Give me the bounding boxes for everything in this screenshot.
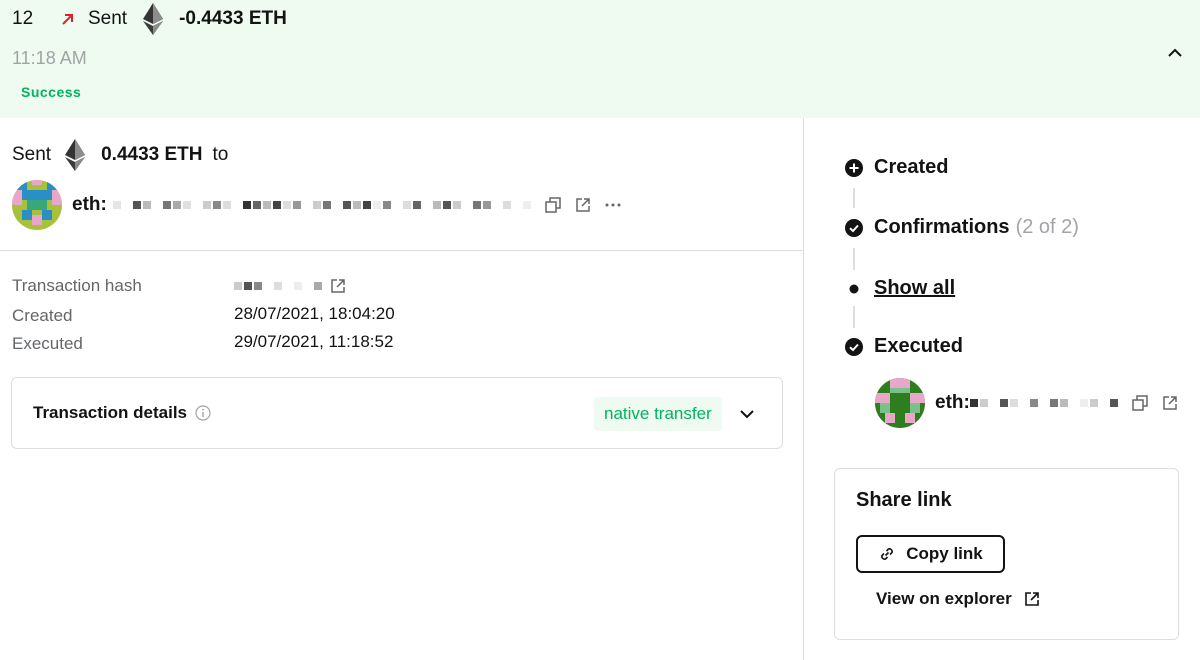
executor-address: eth: xyxy=(875,378,1180,428)
more-options-icon[interactable] xyxy=(603,195,623,215)
avatar xyxy=(875,378,925,428)
timeline-executed-label: Executed xyxy=(874,335,963,357)
check-circle-icon xyxy=(845,218,863,237)
share-link-title: Share link xyxy=(856,489,952,511)
address-value-redacted xyxy=(112,197,533,213)
tx-time: 11:18 AM xyxy=(12,48,87,68)
address-value-redacted xyxy=(969,395,1120,411)
created-row: Created 28/07/2021, 18:04:20 xyxy=(12,304,395,326)
plus-circle-icon xyxy=(845,158,863,177)
tx-type: Sent xyxy=(88,8,128,29)
copy-link-label: Copy link xyxy=(906,544,983,563)
transfer-to-label: to xyxy=(212,144,229,165)
timeline-created: Created xyxy=(845,156,948,179)
share-link-card: Share link Copy link View on explorer xyxy=(834,468,1179,640)
status-badge: Success xyxy=(21,84,82,100)
timeline-confirmations: Confirmations (2 of 2) xyxy=(845,216,1079,239)
hash-value-redacted xyxy=(234,278,346,294)
created-value: 28/07/2021, 18:04:20 xyxy=(234,304,395,323)
timeline-connector xyxy=(853,188,855,208)
ethereum-icon xyxy=(65,139,86,171)
chevron-up-icon[interactable] xyxy=(1166,44,1184,62)
summary-row: 12 Sent -0.4433 ETH xyxy=(12,3,287,35)
copy-link-button[interactable]: Copy link xyxy=(856,535,1005,573)
transaction-details-label: Transaction details xyxy=(33,403,187,422)
hash-row: Transaction hash xyxy=(12,276,345,296)
transaction-details-card[interactable]: Transaction details native transfer xyxy=(11,377,783,449)
tx-nonce: 12 xyxy=(12,8,34,29)
transaction-details-title: Transaction details xyxy=(33,403,211,423)
executed-row: Executed 29/07/2021, 11:18:52 xyxy=(12,332,393,354)
address-prefix: eth: xyxy=(935,392,970,413)
confirmations-count: (2 of 2) xyxy=(1015,216,1079,238)
transaction-summary[interactable]: 12 Sent -0.4433 ETH 11:18 AM Success xyxy=(0,0,1200,118)
copy-icon[interactable] xyxy=(543,195,563,215)
horizontal-divider xyxy=(0,250,803,251)
recipient-address: eth: xyxy=(12,180,623,230)
arrow-up-right-icon xyxy=(60,11,88,27)
created-label: Created xyxy=(12,306,73,325)
external-link-icon[interactable] xyxy=(330,278,346,294)
external-link-icon[interactable] xyxy=(573,195,593,215)
tx-amount: -0.4433 ETH xyxy=(179,8,287,29)
ethereum-icon xyxy=(143,3,164,35)
transfer-label: Sent xyxy=(12,144,52,165)
info-icon[interactable] xyxy=(195,405,211,421)
transfer-amount: 0.4433 ETH xyxy=(101,144,203,165)
avatar xyxy=(12,180,62,230)
hash-label: Transaction hash xyxy=(12,276,142,295)
timeline-connector xyxy=(853,248,855,270)
timeline-connector xyxy=(853,306,855,328)
view-on-explorer-label: View on explorer xyxy=(876,589,1012,608)
executed-value: 29/07/2021, 11:18:52 xyxy=(234,332,394,351)
vertical-divider xyxy=(803,118,804,660)
check-circle-icon xyxy=(845,337,863,356)
chevron-down-icon[interactable] xyxy=(736,404,758,424)
external-link-icon[interactable] xyxy=(1160,393,1180,413)
address-prefix: eth: xyxy=(72,194,107,215)
timeline-created-label: Created xyxy=(874,156,949,178)
transfer-line: Sent 0.4433 ETH to xyxy=(12,138,228,172)
external-link-icon xyxy=(1024,591,1040,607)
timeline-executed: Executed xyxy=(845,335,963,358)
method-badge: native transfer xyxy=(594,397,722,431)
view-on-explorer-link[interactable]: View on explorer xyxy=(876,589,1040,609)
copy-icon[interactable] xyxy=(1130,393,1150,413)
timeline-show-all: Show all xyxy=(845,277,955,300)
timeline-confirmations-label: Confirmations xyxy=(874,216,1010,238)
show-all-link[interactable]: Show all xyxy=(874,277,955,300)
executed-label: Executed xyxy=(12,334,83,353)
link-icon xyxy=(878,545,896,563)
dot-icon xyxy=(845,280,863,298)
